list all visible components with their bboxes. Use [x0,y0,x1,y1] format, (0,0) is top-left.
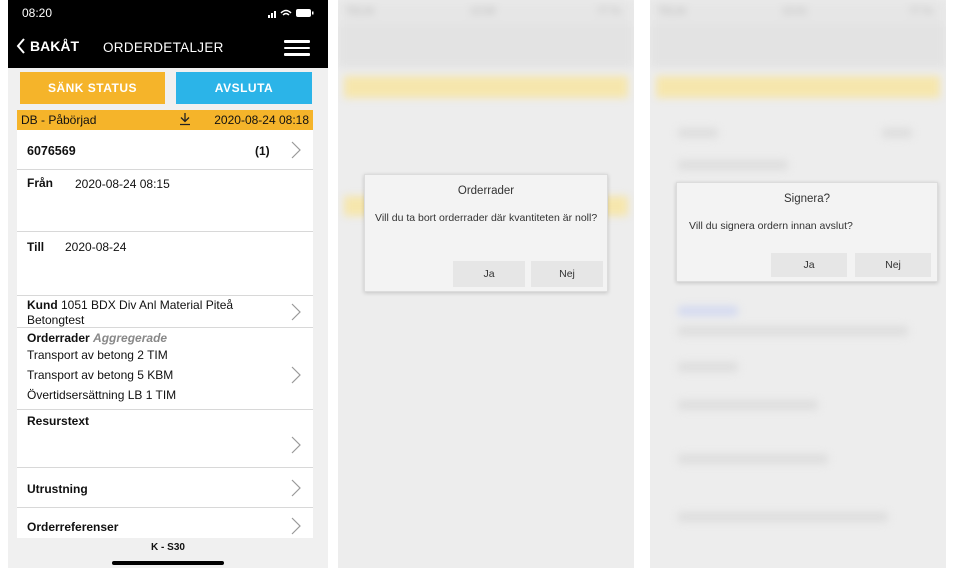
delete-order-rows-dialog: Orderrader Vill du ta bort orderrader dä… [364,174,608,292]
status-strip [344,76,628,98]
to-row: Till 2020-08-24 [17,232,313,296]
chevron-right-icon [291,303,301,321]
sign-order-dialog: Signera? Vill du signera ordern innan av… [676,182,938,282]
customer-text: Kund 1051 BDX Div Anl Material Piteå Bet… [27,298,277,328]
resource-text-label: Resurstext [27,414,90,428]
yes-button[interactable]: Ja [771,253,847,277]
status-strip [656,76,940,98]
lower-status-button[interactable]: SÄNK STATUS [20,72,165,104]
blurred-text [678,160,788,170]
status-datetime: 2020-08-24 08:18 [214,113,309,127]
chevron-right-icon [291,436,301,454]
back-button[interactable]: BAKÅT [16,38,79,54]
status-bar: 08:20 [8,0,328,26]
from-label: Från [27,176,54,190]
status-bar: TELIA 13:39 77 % [338,0,634,24]
no-button[interactable]: Nej [531,261,603,287]
from-row: Från 2020-08-24 08:15 [17,170,313,232]
order-references-row[interactable]: Orderreferenser [17,508,313,542]
chevron-right-icon [291,479,301,497]
status-bar: TELIA 13:41 77 % [650,0,946,24]
order-details-screen: 08:20 BAKÅT ORDERDETALJER SÄNK STATUS AV… [8,0,328,568]
status-time: 13:39 [470,6,496,17]
dialog-message: Vill du ta bort orderrader där kvantitet… [375,212,598,224]
customer-label: Kund [27,298,58,312]
blurred-text [678,454,828,464]
to-label: Till [27,240,45,254]
to-value: 2020-08-24 [65,240,127,254]
page-title: ORDERDETALJER [103,40,224,55]
chevron-right-icon [291,141,301,159]
footer: K - S30 [8,538,328,568]
from-value: 2020-08-24 08:15 [75,177,170,191]
navigation-bar: BAKÅT ORDERDETALJER [8,26,328,68]
finish-button[interactable]: AVSLUTA [176,72,312,104]
blurred-text [678,306,738,316]
customer-value: 1051 BDX Div Anl Material Piteå Betongte… [27,298,234,327]
download-icon[interactable] [178,111,192,127]
order-rows-heading: Orderrader Aggregerade [27,331,167,345]
equipment-label: Utrustning [27,482,88,496]
blurred-text [678,400,818,410]
customer-row[interactable]: Kund 1051 BDX Div Anl Material Piteå Bet… [17,296,313,328]
sign-dialog-screen: TELIA 13:41 77 % Signera? Vill du signer… [650,0,946,568]
blurred-text [678,512,888,522]
hamburger-menu-icon[interactable] [284,40,310,56]
order-count: (1) [255,144,270,158]
blurred-text [678,362,738,372]
resource-text-row[interactable]: Resurstext [17,410,313,468]
footer-code: K - S30 [151,542,185,553]
order-row-item: Övertidsersättning LB 1 TIM [27,388,177,402]
navigation-bar [338,24,634,68]
blurred-text [678,326,908,336]
order-references-label: Orderreferenser [27,520,119,534]
order-rows-row[interactable]: Orderrader Aggregerade Transport av beto… [17,328,313,410]
signal-wifi-battery-icon [268,9,314,18]
carrier: TELIA [658,6,686,17]
carrier: TELIA [346,6,374,17]
order-row-item: Transport av betong 2 TIM [27,348,168,362]
back-label: BAKÅT [30,38,79,54]
blurred-text [678,128,718,138]
no-button[interactable]: Nej [855,253,931,277]
status-label: DB - Påbörjad [21,113,97,127]
equipment-row[interactable]: Utrustning [17,468,313,508]
chevron-right-icon [291,517,301,535]
dialog-message: Vill du signera ordern innan avslut? [689,220,853,232]
battery-percent: 77 % [909,6,932,17]
order-row-item: Transport av betong 5 KBM [27,368,174,382]
blurred-background: TELIA 13:41 77 % [650,0,946,568]
chevron-right-icon [291,366,301,384]
battery-percent: 77 % [597,6,620,17]
aggregated-label: Aggregerade [93,331,168,345]
dialog-title: Signera? [783,193,831,205]
order-rows-dialog-screen: TELIA 13:39 77 % Orderrader Vill du ta b… [338,0,634,568]
order-number-row[interactable]: 6076569 (1) [17,130,313,170]
order-rows-label: Orderrader [27,331,90,345]
status-time: 13:41 [782,6,808,17]
order-number: 6076569 [27,144,76,158]
order-status-bar: DB - Påbörjad 2020-08-24 08:18 [17,110,313,130]
yes-button[interactable]: Ja [453,261,525,287]
home-indicator[interactable] [112,561,224,565]
blurred-text [882,128,912,138]
chevron-left-icon [16,38,25,54]
dialog-title: Orderrader [457,185,515,197]
status-time: 08:20 [22,6,53,20]
navigation-bar [650,24,946,68]
order-detail-list: 6076569 (1) Från 2020-08-24 08:15 Till 2… [17,130,313,542]
